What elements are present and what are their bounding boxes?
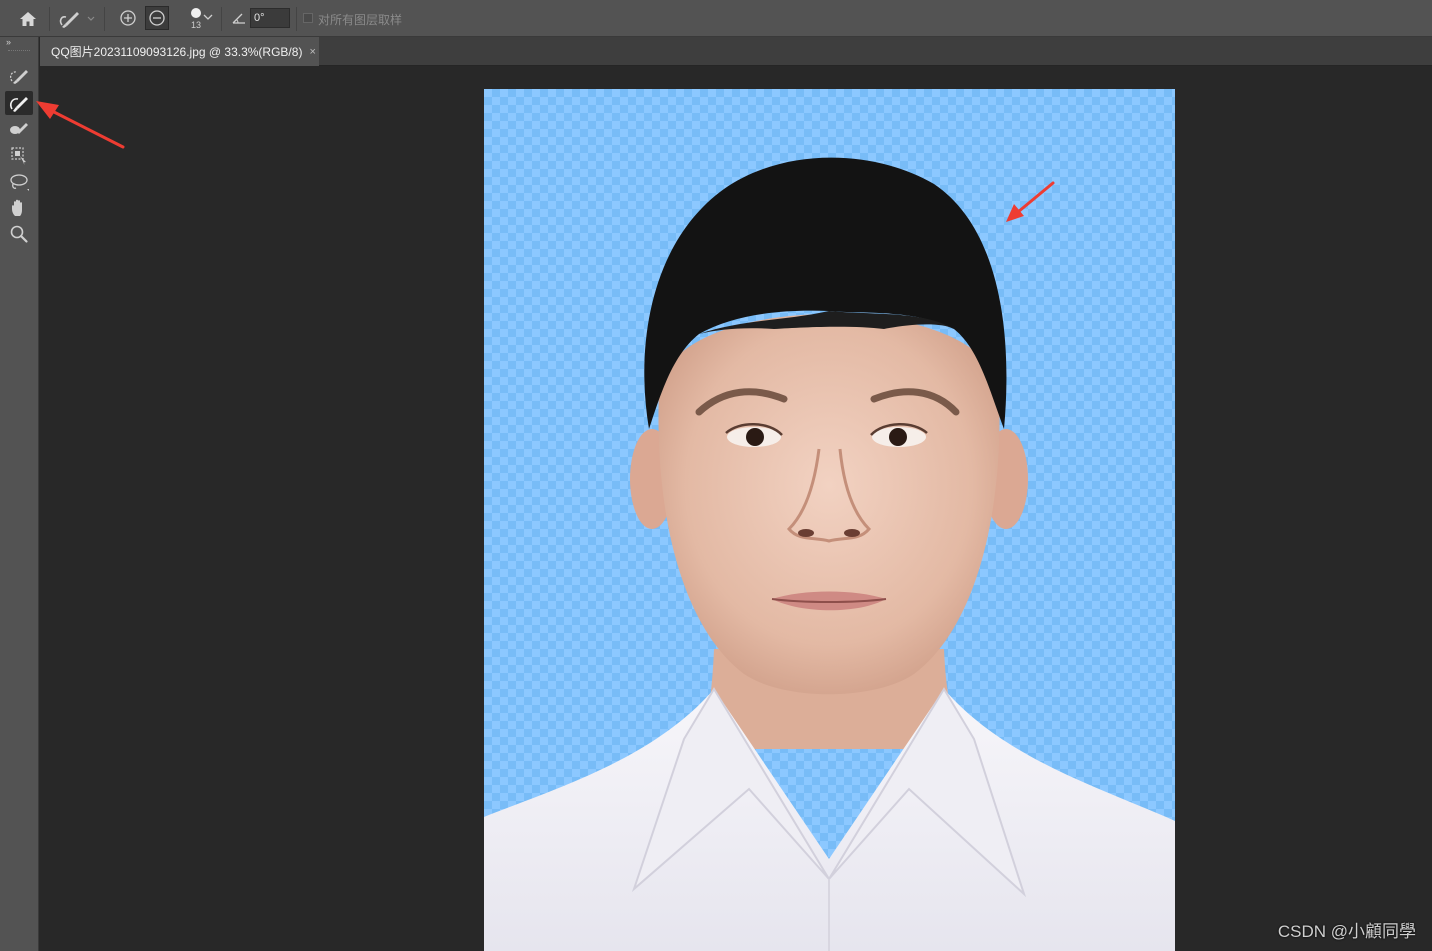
quick-selection-brush-icon bbox=[10, 70, 28, 84]
brush-icon bbox=[10, 123, 28, 134]
tool-brush[interactable] bbox=[5, 117, 33, 141]
hand-icon bbox=[12, 199, 22, 216]
sample-all-layers-label: 对所有图层取样 bbox=[318, 13, 403, 27]
annotation-arrow-toolbar bbox=[36, 101, 125, 149]
brush-size-value: 13 bbox=[190, 20, 201, 30]
angle-icon bbox=[232, 13, 245, 24]
object-selection-icon bbox=[11, 147, 26, 165]
options-bar: 13 对所有图层取样 bbox=[0, 0, 1432, 37]
angle-input[interactable] bbox=[250, 8, 290, 28]
annotation-arrow-photo bbox=[1006, 181, 1055, 222]
portrait-illustration bbox=[484, 157, 1175, 951]
collapse-toolbar-button[interactable]: ›› bbox=[6, 37, 11, 47]
chevron-down-icon[interactable] bbox=[203, 13, 213, 21]
brush-preview bbox=[191, 8, 201, 18]
zoom-icon bbox=[10, 225, 28, 243]
home-icon bbox=[20, 12, 36, 26]
document-tab-bar: QQ图片20231109093126.jpg @ 33.3%(RGB/8) × bbox=[40, 37, 1432, 66]
document-tab[interactable]: QQ图片20231109093126.jpg @ 33.3%(RGB/8) × bbox=[40, 37, 319, 66]
add-to-selection-button[interactable] bbox=[117, 7, 139, 29]
tool-quick-selection[interactable] bbox=[5, 64, 33, 88]
subtract-from-selection-button[interactable] bbox=[145, 6, 169, 30]
watermark: CSDN @小顧同學 bbox=[1277, 922, 1416, 941]
lasso-icon bbox=[10, 174, 29, 191]
brush-edge-icon bbox=[59, 12, 95, 28]
tool-refine-edge-brush[interactable] bbox=[5, 91, 33, 115]
tool-zoom[interactable] bbox=[5, 222, 33, 246]
tools-panel: ›› bbox=[0, 37, 39, 951]
home-button[interactable] bbox=[10, 6, 46, 32]
plus-circle-icon bbox=[120, 10, 136, 26]
close-icon[interactable]: × bbox=[309, 46, 315, 58]
document-tab-title: QQ图片20231109093126.jpg @ 33.3%(RGB/8) bbox=[51, 45, 303, 59]
minus-circle-icon bbox=[149, 10, 165, 26]
angle-label bbox=[230, 10, 248, 26]
tool-preset-picker[interactable] bbox=[54, 6, 98, 32]
canvas-area[interactable] bbox=[40, 66, 1432, 951]
tool-object-selection[interactable] bbox=[5, 143, 33, 167]
portrait-photo[interactable] bbox=[484, 89, 1175, 951]
sample-all-layers-checkbox[interactable] bbox=[303, 13, 313, 23]
tool-lasso[interactable] bbox=[5, 170, 33, 194]
toolbar-grip[interactable] bbox=[8, 50, 30, 53]
tool-hand[interactable] bbox=[5, 196, 33, 220]
refine-edge-brush-icon bbox=[10, 97, 28, 112]
